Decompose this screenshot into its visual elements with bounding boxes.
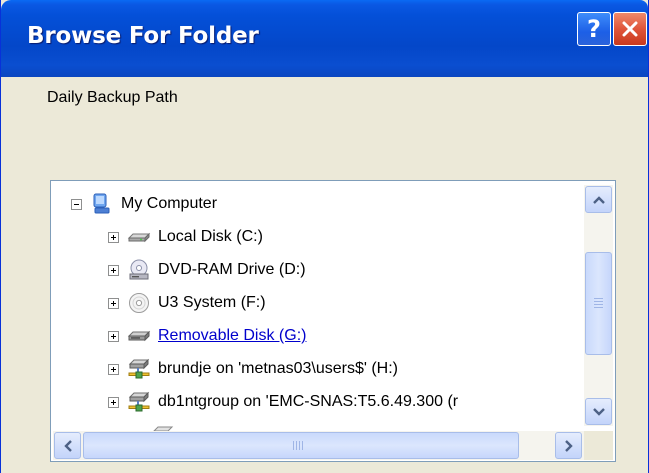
- network-drive-icon: [128, 358, 150, 379]
- tree-item-label: Local Disk (C:): [158, 228, 263, 245]
- scrollbar-corner: [584, 431, 613, 460]
- tree-item-u3-system-f[interactable]: U3 System (F:): [108, 289, 266, 317]
- chevron-down-icon: [592, 407, 605, 416]
- expand-toggle[interactable]: [108, 297, 119, 309]
- removable-disk-icon: [127, 330, 151, 342]
- tree-item-label: brundje on 'metnas03\users$' (H:): [158, 360, 399, 377]
- dvd-drive-icon: [129, 259, 149, 280]
- expand-toggle[interactable]: [108, 264, 119, 276]
- vertical-scroll-thumb[interactable]: [585, 252, 612, 355]
- tree-item-removable-disk-g[interactable]: Removable Disk (G:): [108, 322, 306, 350]
- dialog-prompt: Daily Backup Path: [47, 89, 178, 106]
- expand-toggle[interactable]: [108, 330, 119, 342]
- tree-item-local-disk-c[interactable]: Local Disk (C:): [108, 223, 263, 251]
- tree-item-brundje-h[interactable]: brundje on 'metnas03\users$' (H:): [108, 355, 398, 383]
- tree-item-label: db1ntgroup on 'EMC-SNAS:T5.6.49.300 (r: [158, 393, 459, 410]
- folder-tree[interactable]: My Computer Local Disk (C:) DVD-RAM Driv…: [50, 180, 616, 462]
- chevron-left-icon: [63, 439, 72, 452]
- tree-item-label: DVD-RAM Drive (D:): [158, 261, 306, 278]
- tree-item-dvd-ram-drive-d[interactable]: DVD-RAM Drive (D:): [108, 256, 306, 284]
- tree-item-label: Removable Disk (G:): [158, 327, 307, 344]
- scroll-left-button[interactable]: [54, 432, 81, 459]
- close-button[interactable]: [613, 12, 647, 46]
- vertical-scrollbar[interactable]: [584, 185, 613, 426]
- tree-item-label: My Computer: [121, 195, 218, 212]
- cd-drive-icon: [129, 293, 149, 313]
- tree-item-label: U3 System (F:): [158, 294, 266, 311]
- help-button[interactable]: ?: [577, 12, 611, 46]
- tree-item-db1ntgroup[interactable]: db1ntgroup on 'EMC-SNAS:T5.6.49.300 (r: [108, 388, 458, 416]
- window-title: Browse For Folder: [27, 23, 259, 49]
- help-icon: ?: [587, 15, 601, 43]
- hard-disk-icon: [127, 232, 151, 243]
- scroll-down-button[interactable]: [585, 398, 612, 425]
- tree-item-my-computer[interactable]: My Computer: [71, 190, 217, 218]
- network-drive-icon: [128, 391, 150, 412]
- expand-toggle[interactable]: [108, 396, 119, 408]
- expand-toggle[interactable]: [108, 231, 119, 243]
- collapse-toggle[interactable]: [71, 198, 82, 210]
- scroll-up-button[interactable]: [585, 186, 612, 213]
- close-icon: [622, 21, 638, 37]
- chevron-up-icon: [592, 195, 605, 204]
- browse-for-folder-dialog: Browse For Folder ? Daily Backup Path My…: [0, 0, 649, 473]
- expand-toggle[interactable]: [108, 363, 119, 375]
- horizontal-scroll-thumb[interactable]: [83, 432, 519, 459]
- title-bar[interactable]: Browse For Folder ?: [1, 0, 648, 77]
- horizontal-scrollbar[interactable]: [53, 431, 584, 460]
- chevron-right-icon: [564, 439, 573, 452]
- scroll-right-button[interactable]: [555, 432, 582, 459]
- my-computer-icon: [93, 193, 110, 214]
